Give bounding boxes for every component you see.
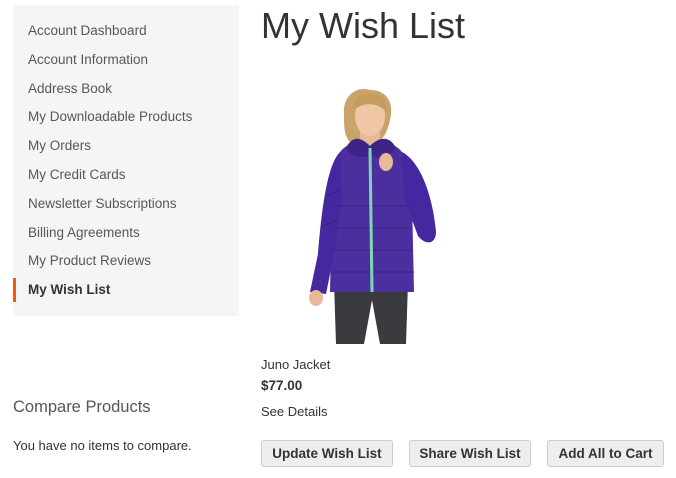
product-name-link[interactable]: Juno Jacket (261, 357, 330, 372)
sidebar-item-account-information[interactable]: Account Information (13, 48, 239, 77)
left-hand-shape (309, 290, 323, 306)
product-image[interactable] (300, 86, 442, 344)
zipper-shape (368, 147, 374, 293)
compare-empty-message: You have no items to compare. (13, 438, 192, 453)
update-wishlist-button[interactable]: Update Wish List (261, 440, 393, 467)
hand-shape (379, 153, 393, 171)
account-nav: Account Dashboard Account Information Ad… (13, 5, 239, 316)
wishlist-page: Account Dashboard Account Information Ad… (0, 0, 676, 478)
add-all-to-cart-button[interactable]: Add All to Cart (547, 440, 664, 467)
product-price: $77.00 (261, 378, 303, 393)
sidebar-item-product-reviews[interactable]: My Product Reviews (13, 249, 239, 278)
compare-products-title: Compare Products (13, 398, 151, 416)
page-title: My Wish List (261, 5, 466, 46)
product-photo-graphic (309, 89, 436, 344)
sidebar-item-account-dashboard[interactable]: Account Dashboard (13, 19, 239, 48)
see-details-link[interactable]: See Details (261, 404, 327, 419)
sidebar-item-newsletter-subscriptions[interactable]: Newsletter Subscriptions (13, 192, 239, 221)
sidebar-item-my-orders[interactable]: My Orders (13, 134, 239, 163)
share-wishlist-button[interactable]: Share Wish List (409, 440, 531, 467)
sidebar-item-downloadable-products[interactable]: My Downloadable Products (13, 105, 239, 134)
sidebar-item-my-wish-list: My Wish List (13, 278, 239, 307)
sidebar-item-credit-cards[interactable]: My Credit Cards (13, 163, 239, 192)
sidebar-item-billing-agreements[interactable]: Billing Agreements (13, 221, 239, 250)
sidebar-item-address-book[interactable]: Address Book (13, 77, 239, 106)
